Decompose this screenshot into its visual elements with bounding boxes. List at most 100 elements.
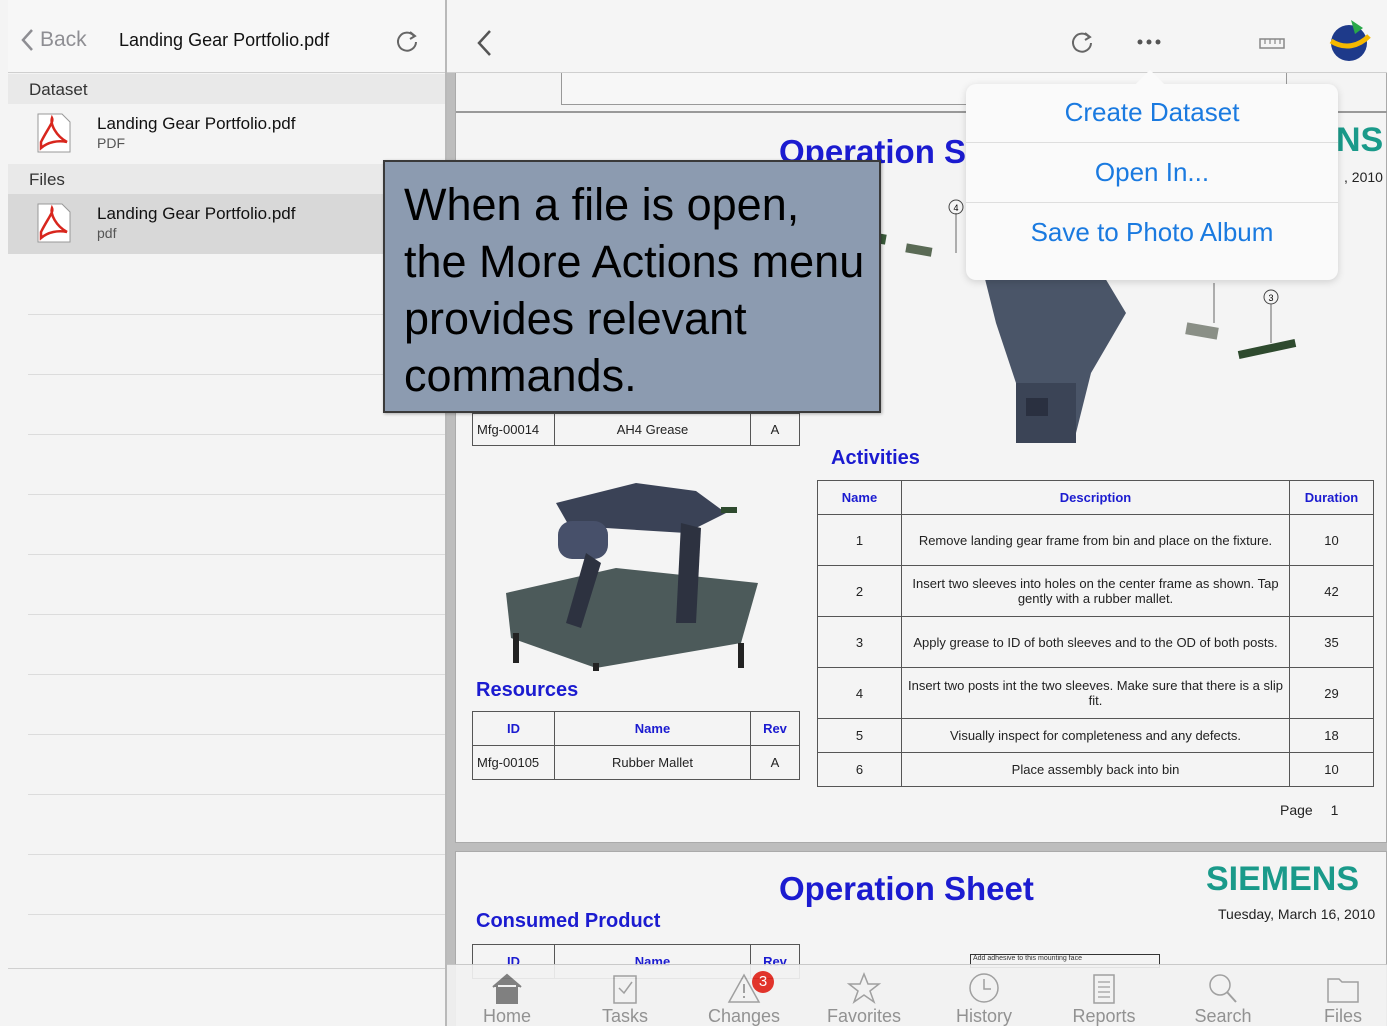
viewer-nav-bar (447, 0, 1387, 73)
table-row: 6 Place assembly back into bin 10 (817, 752, 1374, 787)
table-cell: 2 (817, 565, 902, 617)
resource-table-partial: Mfg-00014 AH4 Grease A (472, 413, 800, 446)
report-icon (1093, 974, 1115, 1004)
table-cell: Place assembly back into bin (901, 752, 1290, 787)
table-cell: Mfg-00014 (472, 413, 555, 446)
clock-icon (969, 973, 999, 1003)
table-cell: Visually inspect for completeness and an… (901, 718, 1290, 753)
table-cell: Mfg-00105 (472, 745, 555, 780)
tab-label: Reports (1072, 1006, 1136, 1026)
dataset-item-name: Landing Gear Portfolio.pdf (97, 114, 296, 133)
list-divider (28, 614, 445, 615)
table-row: 1 Remove landing gear frame from bin and … (817, 514, 1374, 566)
menu-divider (966, 142, 1338, 143)
table-cell: 4 (817, 667, 902, 719)
table-header-row: ID Name Rev (472, 711, 800, 746)
page-number: 1 (1330, 802, 1339, 818)
section-header-files: Files (8, 164, 445, 194)
table-header-row: Name Description Duration (817, 480, 1374, 515)
resources-heading: Resources (476, 679, 579, 701)
page-label: Page (1280, 802, 1313, 818)
column-header: Rev (750, 711, 800, 746)
page2-title: Operation Sheet (779, 870, 1034, 907)
menu-divider (966, 202, 1338, 203)
table-cell: 3 (817, 616, 902, 668)
tab-reports[interactable]: Reports (1044, 965, 1164, 1026)
table-cell: Apply grease to ID of both sleeves and t… (901, 616, 1290, 668)
section-header-dataset: Dataset (8, 74, 445, 104)
table-cell: 5 (817, 718, 902, 753)
list-item-dataset[interactable]: Landing Gear Portfolio.pdf PDF (8, 104, 445, 164)
chevron-left-icon (21, 29, 33, 51)
list-divider (28, 734, 445, 735)
callout-text: When a file is open, the More Actions me… (404, 179, 865, 401)
brand-logo: SIEMENS (1206, 860, 1360, 898)
tab-bar: Home Tasks 3 Changes Favorites History R… (447, 964, 1387, 1026)
clipboard-icon (613, 975, 637, 1004)
table-row: Mfg-00105 Rubber Mallet A (472, 745, 800, 780)
back-label: Back (40, 28, 87, 51)
more-actions-icon[interactable] (1136, 38, 1162, 46)
menu-item-save-to-photo-album[interactable]: Save to Photo Album (966, 217, 1338, 248)
page-footer: Page 1 (1280, 802, 1338, 818)
activities-table: Name Description Duration 1 Remove landin… (817, 480, 1374, 787)
tab-history[interactable]: History (924, 965, 1044, 1026)
callout-number: 4 (953, 203, 958, 213)
back-button[interactable]: Back (20, 28, 87, 52)
table-row: 4 Insert two posts int the two sleeves. M… (817, 667, 1374, 719)
brand-logo: NS (1336, 121, 1384, 159)
refresh-icon[interactable] (1067, 26, 1097, 58)
tab-label: Changes (707, 1006, 781, 1026)
list-divider (8, 968, 445, 969)
tab-label: Tasks (601, 1006, 648, 1026)
page2-date: Tuesday, March 16, 2010 (1218, 906, 1376, 922)
tab-label: Files (1323, 1006, 1362, 1026)
column-header: Description (901, 480, 1290, 515)
list-divider (28, 434, 445, 435)
tab-search[interactable]: Search (1163, 965, 1283, 1026)
table-cell: Insert two sleeves into holes on the cen… (901, 565, 1290, 617)
column-header: Duration (1289, 480, 1374, 515)
measure-icon[interactable] (1259, 36, 1285, 50)
globe-logo-icon[interactable] (1325, 16, 1375, 66)
table-cell: 18 (1289, 718, 1374, 753)
table-row: Mfg-00014 AH4 Grease A (472, 413, 800, 446)
column-header: ID (472, 711, 555, 746)
refresh-icon[interactable] (392, 26, 422, 56)
tab-favorites[interactable]: Favorites (804, 965, 924, 1026)
folder-icon (1327, 978, 1359, 1003)
tab-home[interactable]: Home (447, 965, 567, 1026)
table-cell: Rubber Mallet (554, 745, 751, 780)
pdf-icon (37, 203, 71, 243)
tab-changes[interactable]: 3 Changes (684, 965, 804, 1026)
table-cell: 29 (1289, 667, 1374, 719)
table-cell: A (750, 745, 800, 780)
pdf-icon (37, 113, 71, 153)
table-row: 3 Apply grease to ID of both sleeves and … (817, 616, 1374, 668)
list-item-file[interactable]: Landing Gear Portfolio.pdf pdf (8, 194, 445, 254)
activities-heading: Activities (831, 447, 920, 469)
table-cell: Insert two posts int the two sleeves. Ma… (901, 667, 1290, 719)
tab-files[interactable]: Files (1283, 965, 1387, 1026)
left-nav-bar: Back Landing Gear Portfolio.pdf (8, 0, 445, 73)
star-icon (846, 971, 882, 1004)
table-cell: 35 (1289, 616, 1374, 668)
list-divider (28, 494, 445, 495)
tab-label: Favorites (826, 1006, 902, 1026)
chevron-left-icon[interactable] (475, 28, 493, 58)
dataset-item-type: PDF (97, 135, 125, 151)
file-item-type: pdf (97, 225, 117, 241)
tab-label: History (955, 1006, 1012, 1026)
left-panel: Back Landing Gear Portfolio.pdf Dataset … (0, 0, 447, 1026)
table-cell: 1 (817, 514, 902, 566)
table-cell: Remove landing gear frame from bin and p… (901, 514, 1290, 566)
list-divider (28, 554, 445, 555)
tab-label: Home (482, 1006, 531, 1026)
changes-badge: 3 (752, 971, 774, 993)
menu-item-open-in[interactable]: Open In... (966, 157, 1338, 188)
tab-tasks[interactable]: Tasks (565, 965, 685, 1026)
table-cell: 6 (817, 752, 902, 787)
table-cell: 10 (1289, 514, 1374, 566)
menu-item-create-dataset[interactable]: Create Dataset (966, 97, 1338, 128)
page1-date: , 2010 (1344, 169, 1383, 185)
